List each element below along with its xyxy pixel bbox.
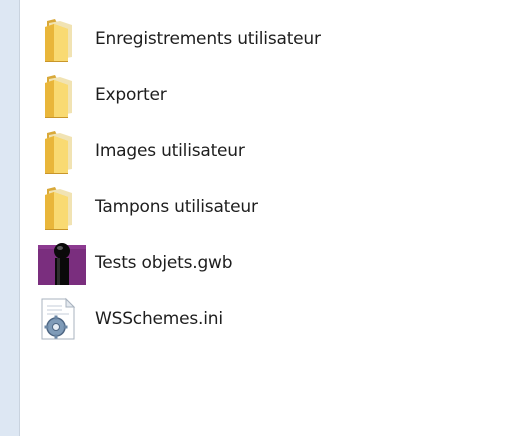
folder-icon (45, 75, 72, 118)
file-name-label: WSSchemes.ini (95, 309, 223, 329)
list-item-folder[interactable]: Images utilisateur (38, 127, 498, 183)
file-name-label: Tests objets.gwb (95, 253, 233, 273)
list-item-folder[interactable]: Tampons utilisateur (38, 183, 498, 239)
file-name-label: Enregistrements utilisateur (95, 29, 321, 49)
list-item-folder[interactable]: Exporter (38, 71, 498, 127)
gwb-file-icon (38, 243, 86, 285)
ini-settings-file-icon (41, 297, 76, 340)
list-item-file[interactable]: Tests objets.gwb (38, 239, 498, 295)
file-name-label: Images utilisateur (95, 141, 245, 161)
file-name-label: Tampons utilisateur (95, 197, 258, 217)
folder-icon (45, 19, 72, 62)
list-item-folder[interactable]: Enregistrements utilisateur (38, 15, 498, 71)
folder-icon (45, 131, 72, 174)
file-name-label: Exporter (95, 85, 167, 105)
list-item-file[interactable]: WSSchemes.ini (38, 295, 498, 351)
file-list: Enregistrements utilisateur Exporter Ima… (38, 15, 498, 351)
folder-icon (45, 187, 72, 230)
